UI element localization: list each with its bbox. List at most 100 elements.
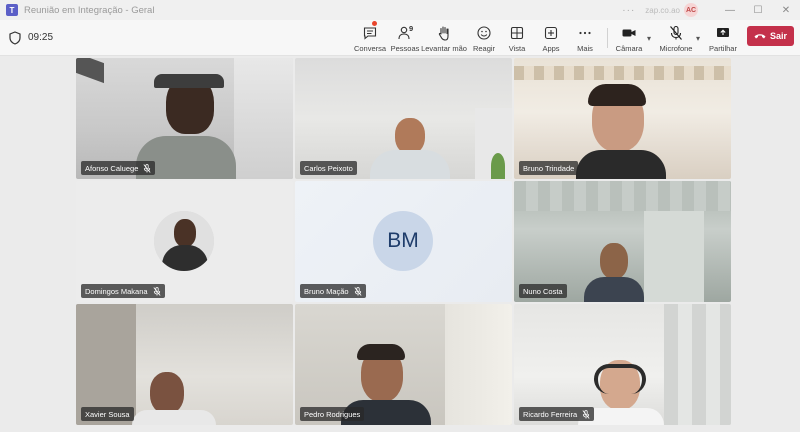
participant-name-tag: Ricardo Ferreira <box>519 407 595 421</box>
share-screen-icon <box>717 28 729 37</box>
participant-name: Domingos Makana <box>85 286 148 296</box>
participant-name: Xavier Sousa <box>85 409 130 419</box>
participant-name: Nuno Costa <box>523 286 563 296</box>
participant-name-tag: Pedro Rodrigues <box>300 407 365 421</box>
background-plant <box>76 58 104 84</box>
participant-cap <box>154 74 224 88</box>
video-tile[interactable]: Carlos Peixoto <box>295 58 512 179</box>
microphone-button[interactable]: Microfone <box>658 23 694 55</box>
participant-name: Ricardo Ferreira <box>523 409 578 419</box>
people-count: 9 <box>409 24 414 33</box>
video-tile[interactable]: Afonso Caluege <box>76 58 293 179</box>
background-wall <box>445 304 512 425</box>
minimize-button[interactable]: — <box>716 0 744 20</box>
view-button[interactable]: Vista <box>506 23 528 55</box>
hand-icon <box>438 26 449 41</box>
people-button[interactable]: Pessoas <box>391 23 419 55</box>
background-wall <box>234 58 293 179</box>
participant-name-tag: Afonso Caluege <box>81 161 156 175</box>
participant-head <box>150 372 184 414</box>
camera-icon <box>622 29 636 37</box>
background-ceiling <box>514 181 731 211</box>
more-options-icon[interactable]: ··· <box>622 5 635 16</box>
participant-name-tag: Carlos Peixoto <box>300 161 357 175</box>
leave-button[interactable]: Sair <box>747 26 794 46</box>
react-label: Reagir <box>472 44 496 53</box>
chat-label: Conversa <box>353 44 387 53</box>
participant-body <box>370 150 450 179</box>
chat-notification-badge <box>372 21 377 26</box>
chat-button[interactable]: Conversa <box>353 23 387 55</box>
microphone-label: Microfone <box>659 44 693 53</box>
leave-label: Sair <box>769 31 787 41</box>
participant-head <box>600 243 628 279</box>
video-tile[interactable]: Xavier Sousa <box>76 304 293 425</box>
participant-name-tag: Nuno Costa <box>519 284 567 298</box>
share-button[interactable]: Partilhar <box>708 23 738 55</box>
account-name: zap.co.ao <box>645 5 680 15</box>
participant-name-tag: Bruno Mação <box>300 284 366 298</box>
participant-headset <box>594 364 646 394</box>
background-window <box>644 211 704 302</box>
participant-avatar <box>154 211 214 271</box>
participant-body <box>132 410 216 425</box>
participant-name: Afonso Caluege <box>85 163 139 173</box>
people-label: Pessoas <box>390 44 420 53</box>
camera-label: Câmara <box>615 44 643 53</box>
camera-button[interactable]: Câmara <box>616 23 642 55</box>
more-button[interactable]: Mais <box>574 23 596 55</box>
participant-name: Bruno Mação <box>304 286 349 296</box>
background-ceiling <box>514 66 731 80</box>
video-tile[interactable]: Nuno Costa <box>514 181 731 302</box>
muted-mic-icon <box>354 286 362 296</box>
window-title: Reunião em Integração - Geral <box>24 4 155 16</box>
participant-name: Carlos Peixoto <box>304 163 353 173</box>
muted-mic-icon <box>153 286 161 296</box>
participant-head <box>395 118 425 154</box>
participant-name: Pedro Rodrigues <box>304 409 361 419</box>
apps-icon <box>544 26 558 40</box>
view-label: Vista <box>508 44 526 53</box>
participant-name: Bruno Trindade <box>523 163 575 173</box>
grid-view-icon <box>510 26 524 40</box>
video-tile[interactable]: BM Bruno Mação <box>295 181 512 302</box>
muted-mic-icon <box>582 409 590 419</box>
participant-name-tag: Xavier Sousa <box>81 407 134 421</box>
raise-hand-label: Levantar mão <box>421 44 467 53</box>
participant-hair <box>588 84 646 106</box>
microphone-muted-icon <box>670 25 682 40</box>
share-label: Partilhar <box>709 44 737 53</box>
participant-name-tag: Domingos Makana <box>81 284 165 298</box>
apps-label: Apps <box>542 44 560 53</box>
video-tile[interactable]: Domingos Makana <box>76 181 293 302</box>
video-tile[interactable]: Bruno Trindade <box>514 58 731 179</box>
meeting-toolbar: 09:25 Conversa Pessoas 9 Levantar mão Re… <box>0 20 800 56</box>
participant-body <box>584 277 644 302</box>
account-avatar[interactable]: AC <box>684 3 698 17</box>
mic-options-chevron-icon[interactable]: ▾ <box>696 34 700 43</box>
emoji-icon <box>477 26 491 40</box>
teams-logo-icon: T <box>6 4 18 16</box>
close-button[interactable]: ✕ <box>772 0 800 20</box>
react-button[interactable]: Reagir <box>472 23 496 55</box>
title-bar: T Reunião em Integração - Geral ··· zap.… <box>0 0 800 20</box>
video-tile[interactable]: Pedro Rodrigues <box>295 304 512 425</box>
apps-button[interactable]: Apps <box>540 23 562 55</box>
video-tile[interactable]: Ricardo Ferreira <box>514 304 731 425</box>
raise-hand-button[interactable]: Levantar mão <box>421 23 467 55</box>
participant-name-tag: Bruno Trindade <box>519 161 579 175</box>
toolbar-divider <box>607 28 608 48</box>
chat-icon <box>363 27 377 40</box>
camera-options-chevron-icon[interactable]: ▾ <box>647 34 651 43</box>
background-window <box>664 304 731 425</box>
participant-initials-avatar: BM <box>373 211 433 271</box>
participant-hair <box>357 344 405 360</box>
maximize-button[interactable]: ☐ <box>744 0 772 20</box>
shield-icon <box>9 31 21 45</box>
hang-up-icon <box>754 34 766 39</box>
meeting-timer: 09:25 <box>28 32 54 43</box>
more-icon <box>579 31 591 35</box>
background-plant <box>491 153 505 179</box>
participant-body <box>576 150 666 179</box>
more-label: Mais <box>577 44 593 53</box>
